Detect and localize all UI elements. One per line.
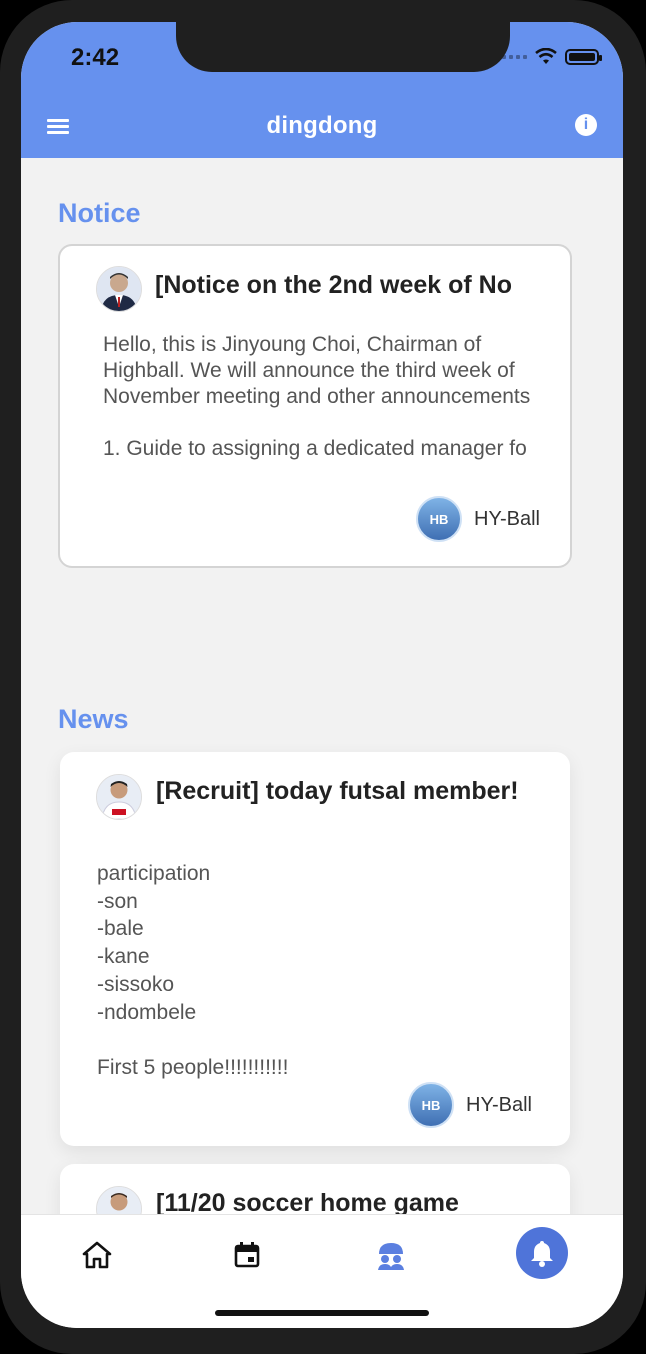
calendar-icon — [234, 1242, 260, 1268]
notice-title: [Notice on the 2nd week of No — [155, 271, 512, 299]
home-indicator[interactable] — [215, 1310, 429, 1316]
author-name: HY-Ball — [474, 507, 540, 530]
main-content[interactable]: Notice [Notice on the 2nd week of No Hel… — [21, 158, 623, 1214]
club-logo: HB — [408, 1082, 455, 1128]
tab-home[interactable] — [77, 1235, 117, 1275]
home-icon — [82, 1241, 112, 1269]
app-title: dingdong — [266, 112, 378, 139]
club-logo: HB — [416, 496, 463, 542]
status-icons — [502, 48, 602, 66]
battery-icon — [565, 49, 602, 65]
screen: 2:42 dingdong i Notice [Notice on the 2n… — [21, 22, 623, 1328]
news-avatar — [96, 1186, 142, 1214]
author-name: HY-Ball — [466, 1093, 532, 1116]
signal-icon — [502, 55, 527, 59]
notch — [176, 22, 510, 72]
bell-icon — [531, 1241, 553, 1267]
news-card[interactable]: [Recruit] today futsal member! participa… — [60, 752, 570, 1146]
tab-team[interactable] — [371, 1235, 411, 1275]
tab-notifications[interactable] — [516, 1227, 568, 1279]
notice-avatar — [96, 266, 142, 312]
notice-section-title: Notice — [58, 198, 141, 228]
wifi-icon — [535, 48, 557, 64]
status-time: 2:42 — [71, 44, 120, 71]
news-author: HB HY-Ball — [408, 1082, 532, 1128]
news-section-title: News — [58, 704, 129, 734]
info-icon[interactable]: i — [575, 114, 597, 136]
news-card[interactable]: [11/20 soccer home game — [60, 1164, 570, 1214]
notice-card[interactable]: [Notice on the 2nd week of No Hello, thi… — [58, 244, 572, 568]
notice-author: HB HY-Ball — [416, 496, 540, 542]
news-title: [Recruit] today futsal member! — [156, 777, 519, 805]
news-body: participation -son -bale -kane -sissoko … — [97, 862, 289, 1079]
news-title: [11/20 soccer home game — [156, 1189, 459, 1214]
phone-frame: 2:42 dingdong i Notice [Notice on the 2n… — [0, 0, 646, 1354]
tab-calendar[interactable] — [227, 1235, 267, 1275]
team-icon — [378, 1243, 404, 1270]
notice-body: Hello, this is Jinyoung Choi, Chairman o… — [103, 333, 531, 460]
news-avatar — [96, 774, 142, 820]
